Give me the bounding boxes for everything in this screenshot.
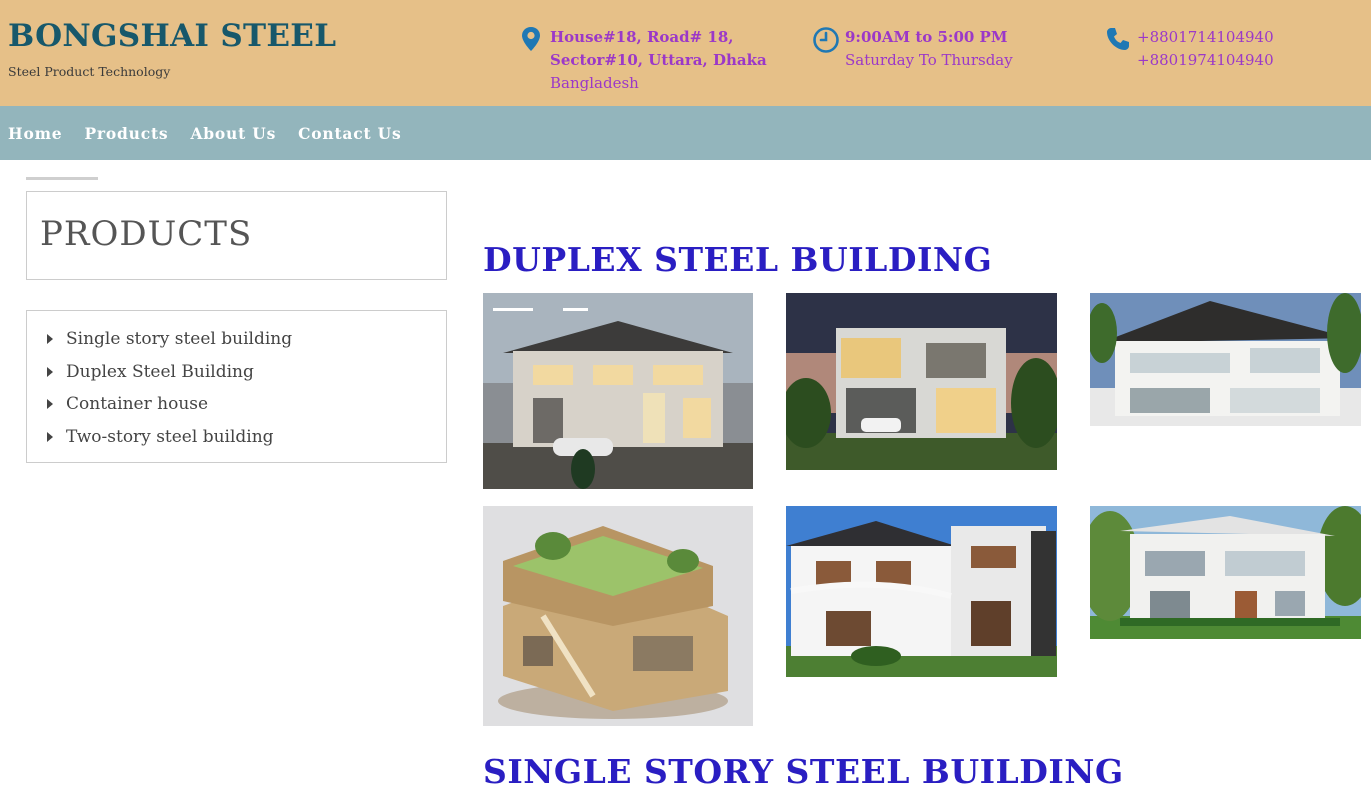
brand-subtitle: Steel Product Technology (8, 64, 171, 79)
nav-contact-us[interactable]: Contact Us (298, 124, 401, 143)
sidebar-heading: PRODUCTS (40, 214, 253, 254)
product-image-duplex-4[interactable] (483, 506, 753, 726)
hours-line2: Saturday To Thursday (845, 51, 1013, 69)
caret-right-icon (47, 334, 53, 345)
product-image-duplex-5[interactable] (786, 506, 1057, 677)
top-header: BONGSHAI STEEL Steel Product Technology … (0, 0, 1371, 106)
map-pin-icon (516, 26, 546, 56)
product-image-duplex-6[interactable] (1090, 506, 1361, 639)
phone-icon (1103, 26, 1133, 56)
product-image-duplex-2[interactable] (786, 293, 1057, 470)
sidebar-divider (26, 177, 98, 180)
main-nav: Home Products About Us Contact Us (0, 106, 1371, 160)
category-single-story[interactable]: Single story steel building (27, 323, 446, 356)
hours-line1: 9:00AM to 5:00 PM (845, 28, 1008, 46)
product-image-duplex-3[interactable] (1090, 293, 1361, 426)
address-line3: Bangladesh (550, 74, 639, 92)
brand-title[interactable]: BONGSHAI STEEL (8, 18, 336, 54)
nav-about-us[interactable]: About Us (190, 124, 276, 143)
category-duplex[interactable]: Duplex Steel Building (27, 356, 446, 389)
address-line2: Sector#10, Uttara, Dhaka (550, 51, 767, 69)
sidebar-heading-box: PRODUCTS (26, 191, 447, 280)
caret-right-icon (47, 431, 53, 442)
brand[interactable]: BONGSHAI STEEL Steel Product Technology (8, 18, 336, 79)
clock-icon (811, 26, 841, 56)
section-title-duplex: DUPLEX STEEL BUILDING (483, 240, 993, 279)
phone-info: +8801714104940 +8801974104940 (1103, 26, 1274, 72)
category-label[interactable]: Container house (66, 394, 208, 414)
category-label[interactable]: Duplex Steel Building (66, 362, 254, 382)
section-title-single-story: SINGLE STORY STEEL BUILDING (483, 752, 1124, 791)
phone-line1[interactable]: +8801714104940 (1137, 26, 1274, 49)
category-label[interactable]: Two-story steel building (66, 427, 274, 447)
category-two-story[interactable]: Two-story steel building (27, 421, 446, 454)
nav-home[interactable]: Home (8, 124, 62, 143)
address-info: House#18, Road# 18, Sector#10, Uttara, D… (516, 26, 767, 95)
caret-right-icon (47, 366, 53, 377)
product-category-list: Single story steel building Duplex Steel… (26, 310, 447, 463)
category-container-house[interactable]: Container house (27, 388, 446, 421)
hours-info: 9:00AM to 5:00 PM Saturday To Thursday (811, 26, 1013, 72)
nav-products[interactable]: Products (84, 124, 168, 143)
phone-line2[interactable]: +8801974104940 (1137, 49, 1274, 72)
address-line1: House#18, Road# 18, (550, 28, 734, 46)
caret-right-icon (47, 399, 53, 410)
product-image-duplex-1[interactable] (483, 293, 753, 489)
category-label[interactable]: Single story steel building (66, 329, 292, 349)
